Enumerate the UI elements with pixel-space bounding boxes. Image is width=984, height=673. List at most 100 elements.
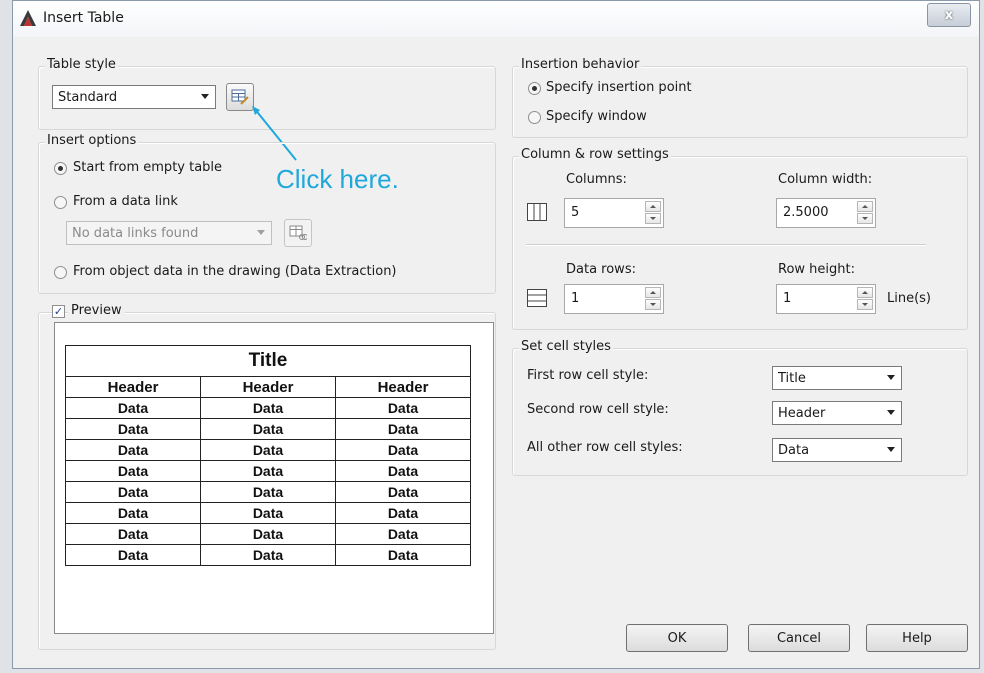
table-style-dropdown[interactable]: Standard — [52, 85, 216, 109]
preview-data-cell: Data — [65, 481, 201, 503]
first-row-style-dropdown[interactable]: Title — [772, 366, 902, 390]
preview-row: Data Data Data — [65, 460, 471, 482]
preview-row: Data Data Data — [65, 544, 471, 566]
preview-row: Data Data Data — [65, 439, 471, 461]
preview-header-cell: Header — [200, 376, 336, 398]
spin-down-icon[interactable] — [857, 213, 873, 224]
help-button[interactable]: Help — [866, 624, 968, 652]
preview-data-cell: Data — [335, 418, 471, 440]
row-height-label: Row height: — [778, 262, 855, 277]
preview-data-cell: Data — [65, 502, 201, 524]
data-rows-spinner[interactable]: 1 — [564, 284, 664, 314]
chevron-down-icon — [887, 375, 895, 380]
autocad-app-icon — [20, 10, 36, 26]
first-row-style-label: First row cell style: — [527, 368, 649, 383]
start-empty-label[interactable]: Start from empty table — [73, 160, 222, 175]
preview-data-cell: Data — [335, 481, 471, 503]
launch-data-link-button[interactable] — [284, 219, 312, 247]
other-rows-style-label: All other row cell styles: — [527, 440, 683, 455]
insertion-point-radio[interactable] — [528, 82, 541, 95]
columns-value: 5 — [571, 205, 580, 220]
second-row-style-value: Header — [778, 405, 826, 421]
ok-button[interactable]: OK — [626, 624, 728, 652]
row-height-unit: Line(s) — [887, 291, 932, 306]
specify-window-label[interactable]: Specify window — [546, 109, 647, 124]
preview-row: Data Data Data — [65, 481, 471, 503]
cell-styles-label: Set cell styles — [519, 339, 613, 354]
start-empty-radio[interactable] — [54, 162, 67, 175]
column-width-value: 2.5000 — [783, 205, 829, 220]
data-link-radio[interactable] — [54, 196, 67, 209]
other-rows-style-dropdown[interactable]: Data — [772, 438, 902, 462]
preview-table: Title Header Header Header Data Data Data … — [65, 345, 471, 566]
chevron-down-icon — [887, 447, 895, 452]
columns-icon — [527, 203, 547, 221]
data-link-label[interactable]: From a data link — [73, 194, 178, 209]
insert-options-label: Insert options — [45, 133, 139, 148]
preview-data-cell: Data — [335, 397, 471, 419]
data-rows-value: 1 — [571, 291, 580, 306]
preview-data-cell: Data — [65, 397, 201, 419]
second-row-style-label: Second row cell style: — [527, 402, 669, 417]
preview-checkbox[interactable]: ✓ — [52, 305, 65, 318]
insertion-behavior-label: Insertion behavior — [519, 57, 642, 72]
second-row-style-dropdown[interactable]: Header — [772, 401, 902, 425]
table-style-value: Standard — [58, 89, 118, 105]
preview-data-cell: Data — [335, 439, 471, 461]
preview-row: Data Data Data — [65, 397, 471, 419]
preview-data-cell: Data — [335, 502, 471, 524]
chevron-down-icon — [887, 410, 895, 415]
spin-up-icon[interactable] — [857, 287, 873, 298]
data-link-manager-icon — [289, 225, 307, 240]
divider — [526, 244, 926, 246]
preview-data-cell: Data — [335, 460, 471, 482]
preview-data-cell: Data — [200, 502, 336, 524]
preview-data-cell: Data — [65, 523, 201, 545]
preview-data-cell: Data — [335, 544, 471, 566]
preview-header-cell: Header — [65, 376, 201, 398]
preview-data-cell: Data — [65, 439, 201, 461]
cancel-button[interactable]: Cancel — [748, 624, 850, 652]
row-height-spinner[interactable]: 1 — [776, 284, 876, 314]
object-data-label[interactable]: From object data in the drawing (Data Ex… — [73, 264, 397, 279]
preview-data-cell: Data — [65, 418, 201, 440]
spin-up-icon[interactable] — [857, 201, 873, 212]
other-rows-style-value: Data — [778, 442, 810, 458]
spin-up-icon[interactable] — [645, 287, 661, 298]
table-style-label: Table style — [45, 57, 118, 72]
close-button[interactable]: x — [927, 3, 971, 27]
column-width-spinner[interactable]: 2.5000 — [776, 198, 876, 228]
preview-row: Data Data Data — [65, 502, 471, 524]
object-data-radio[interactable] — [54, 266, 67, 279]
preview-row: Data Data Data — [65, 418, 471, 440]
dialog-title: Insert Table — [43, 10, 124, 26]
rows-icon — [527, 289, 547, 307]
columns-spinner[interactable]: 5 — [564, 198, 664, 228]
preview-data-cell: Data — [65, 544, 201, 566]
preview-data-cell: Data — [200, 523, 336, 545]
data-rows-label: Data rows: — [566, 262, 636, 277]
insertion-point-label[interactable]: Specify insertion point — [546, 80, 692, 95]
spin-down-icon[interactable] — [857, 299, 873, 310]
insertion-behavior-group: Insertion behavior — [512, 57, 968, 138]
preview-row: Data Data Data — [65, 523, 471, 545]
data-link-value: No data links found — [72, 225, 199, 241]
preview-label[interactable]: Preview — [68, 303, 125, 318]
specify-window-radio[interactable] — [528, 111, 541, 124]
preview-data-cell: Data — [200, 418, 336, 440]
data-link-dropdown[interactable]: No data links found — [66, 221, 272, 245]
preview-data-cell: Data — [65, 460, 201, 482]
spin-up-icon[interactable] — [645, 201, 661, 212]
table-preview: Title Header Header Header Data Data Data … — [54, 322, 494, 634]
preview-data-cell: Data — [200, 397, 336, 419]
preview-data-cell: Data — [200, 439, 336, 461]
preview-data-cell: Data — [200, 544, 336, 566]
spin-down-icon[interactable] — [645, 213, 661, 224]
chevron-down-icon — [201, 94, 209, 99]
spin-down-icon[interactable] — [645, 299, 661, 310]
title-bar[interactable]: Insert Table x — [13, 1, 979, 37]
first-row-style-value: Title — [778, 370, 806, 386]
close-icon: x — [944, 7, 954, 23]
preview-data-cell: Data — [335, 523, 471, 545]
preview-title-cell: Title — [65, 345, 471, 377]
